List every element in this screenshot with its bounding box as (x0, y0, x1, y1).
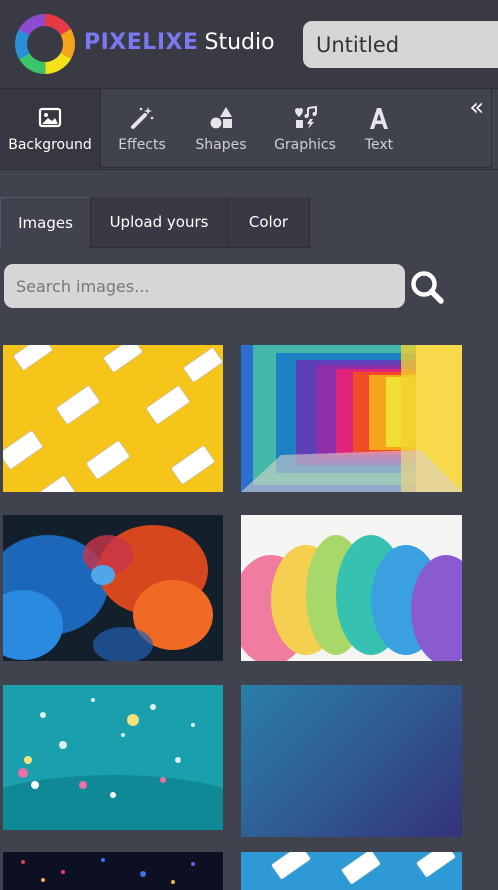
divider (90, 247, 310, 248)
image-thumbnail-dark-lights[interactable] (3, 852, 223, 890)
double-chevron-left-icon[interactable]: « (469, 93, 484, 121)
magic-wand-icon (131, 107, 154, 129)
tab-text[interactable]: Text (352, 89, 406, 169)
text-a-icon (370, 108, 388, 129)
image-thumbnail-ink-smoke[interactable] (3, 515, 223, 661)
document-title-input[interactable] (303, 21, 498, 68)
tab-shapes[interactable]: Shapes (184, 89, 258, 169)
image-thumbnail-rainbow-tunnel[interactable] (241, 345, 462, 492)
brand: PIXELIXE Studio (84, 30, 275, 60)
tab-graphics[interactable]: Graphics (258, 89, 352, 169)
shapes-icon (210, 107, 232, 129)
tab-label: Graphics (274, 137, 336, 153)
tab-label: Effects (118, 137, 166, 153)
image-icon (38, 107, 62, 128)
image-thumbnail-teal-confetti[interactable] (3, 685, 223, 830)
app-header: PIXELIXE Studio (0, 0, 498, 88)
tab-background[interactable]: Background (0, 89, 101, 169)
graphics-icon (295, 105, 317, 129)
search-icon[interactable] (408, 268, 446, 306)
image-thumbnail-blue-gradient[interactable] (241, 685, 462, 837)
tab-effects[interactable]: Effects (100, 89, 184, 169)
pixelixe-logo[interactable] (15, 14, 75, 74)
brand-suffix: Studio (204, 30, 275, 55)
tab-images[interactable]: Images (0, 197, 91, 247)
image-source-tabs: Images Upload yours Color (0, 197, 310, 247)
image-thumbnail-rainbow-powder[interactable] (241, 515, 462, 661)
tab-label: Text (364, 137, 394, 153)
image-thumbnail-yellow-cartons[interactable] (3, 345, 223, 492)
tab-color[interactable]: Color (228, 197, 310, 247)
search-input[interactable] (4, 264, 405, 308)
tab-label: Background (8, 137, 92, 153)
image-thumbnail-blue-cartons[interactable] (241, 852, 462, 890)
tab-upload-yours[interactable]: Upload yours (91, 197, 228, 247)
tab-label: Shapes (195, 137, 247, 153)
brand-name: PIXELIXE (84, 30, 199, 55)
tool-tabs: Background Effects Shapes Graphics Text … (0, 88, 498, 170)
